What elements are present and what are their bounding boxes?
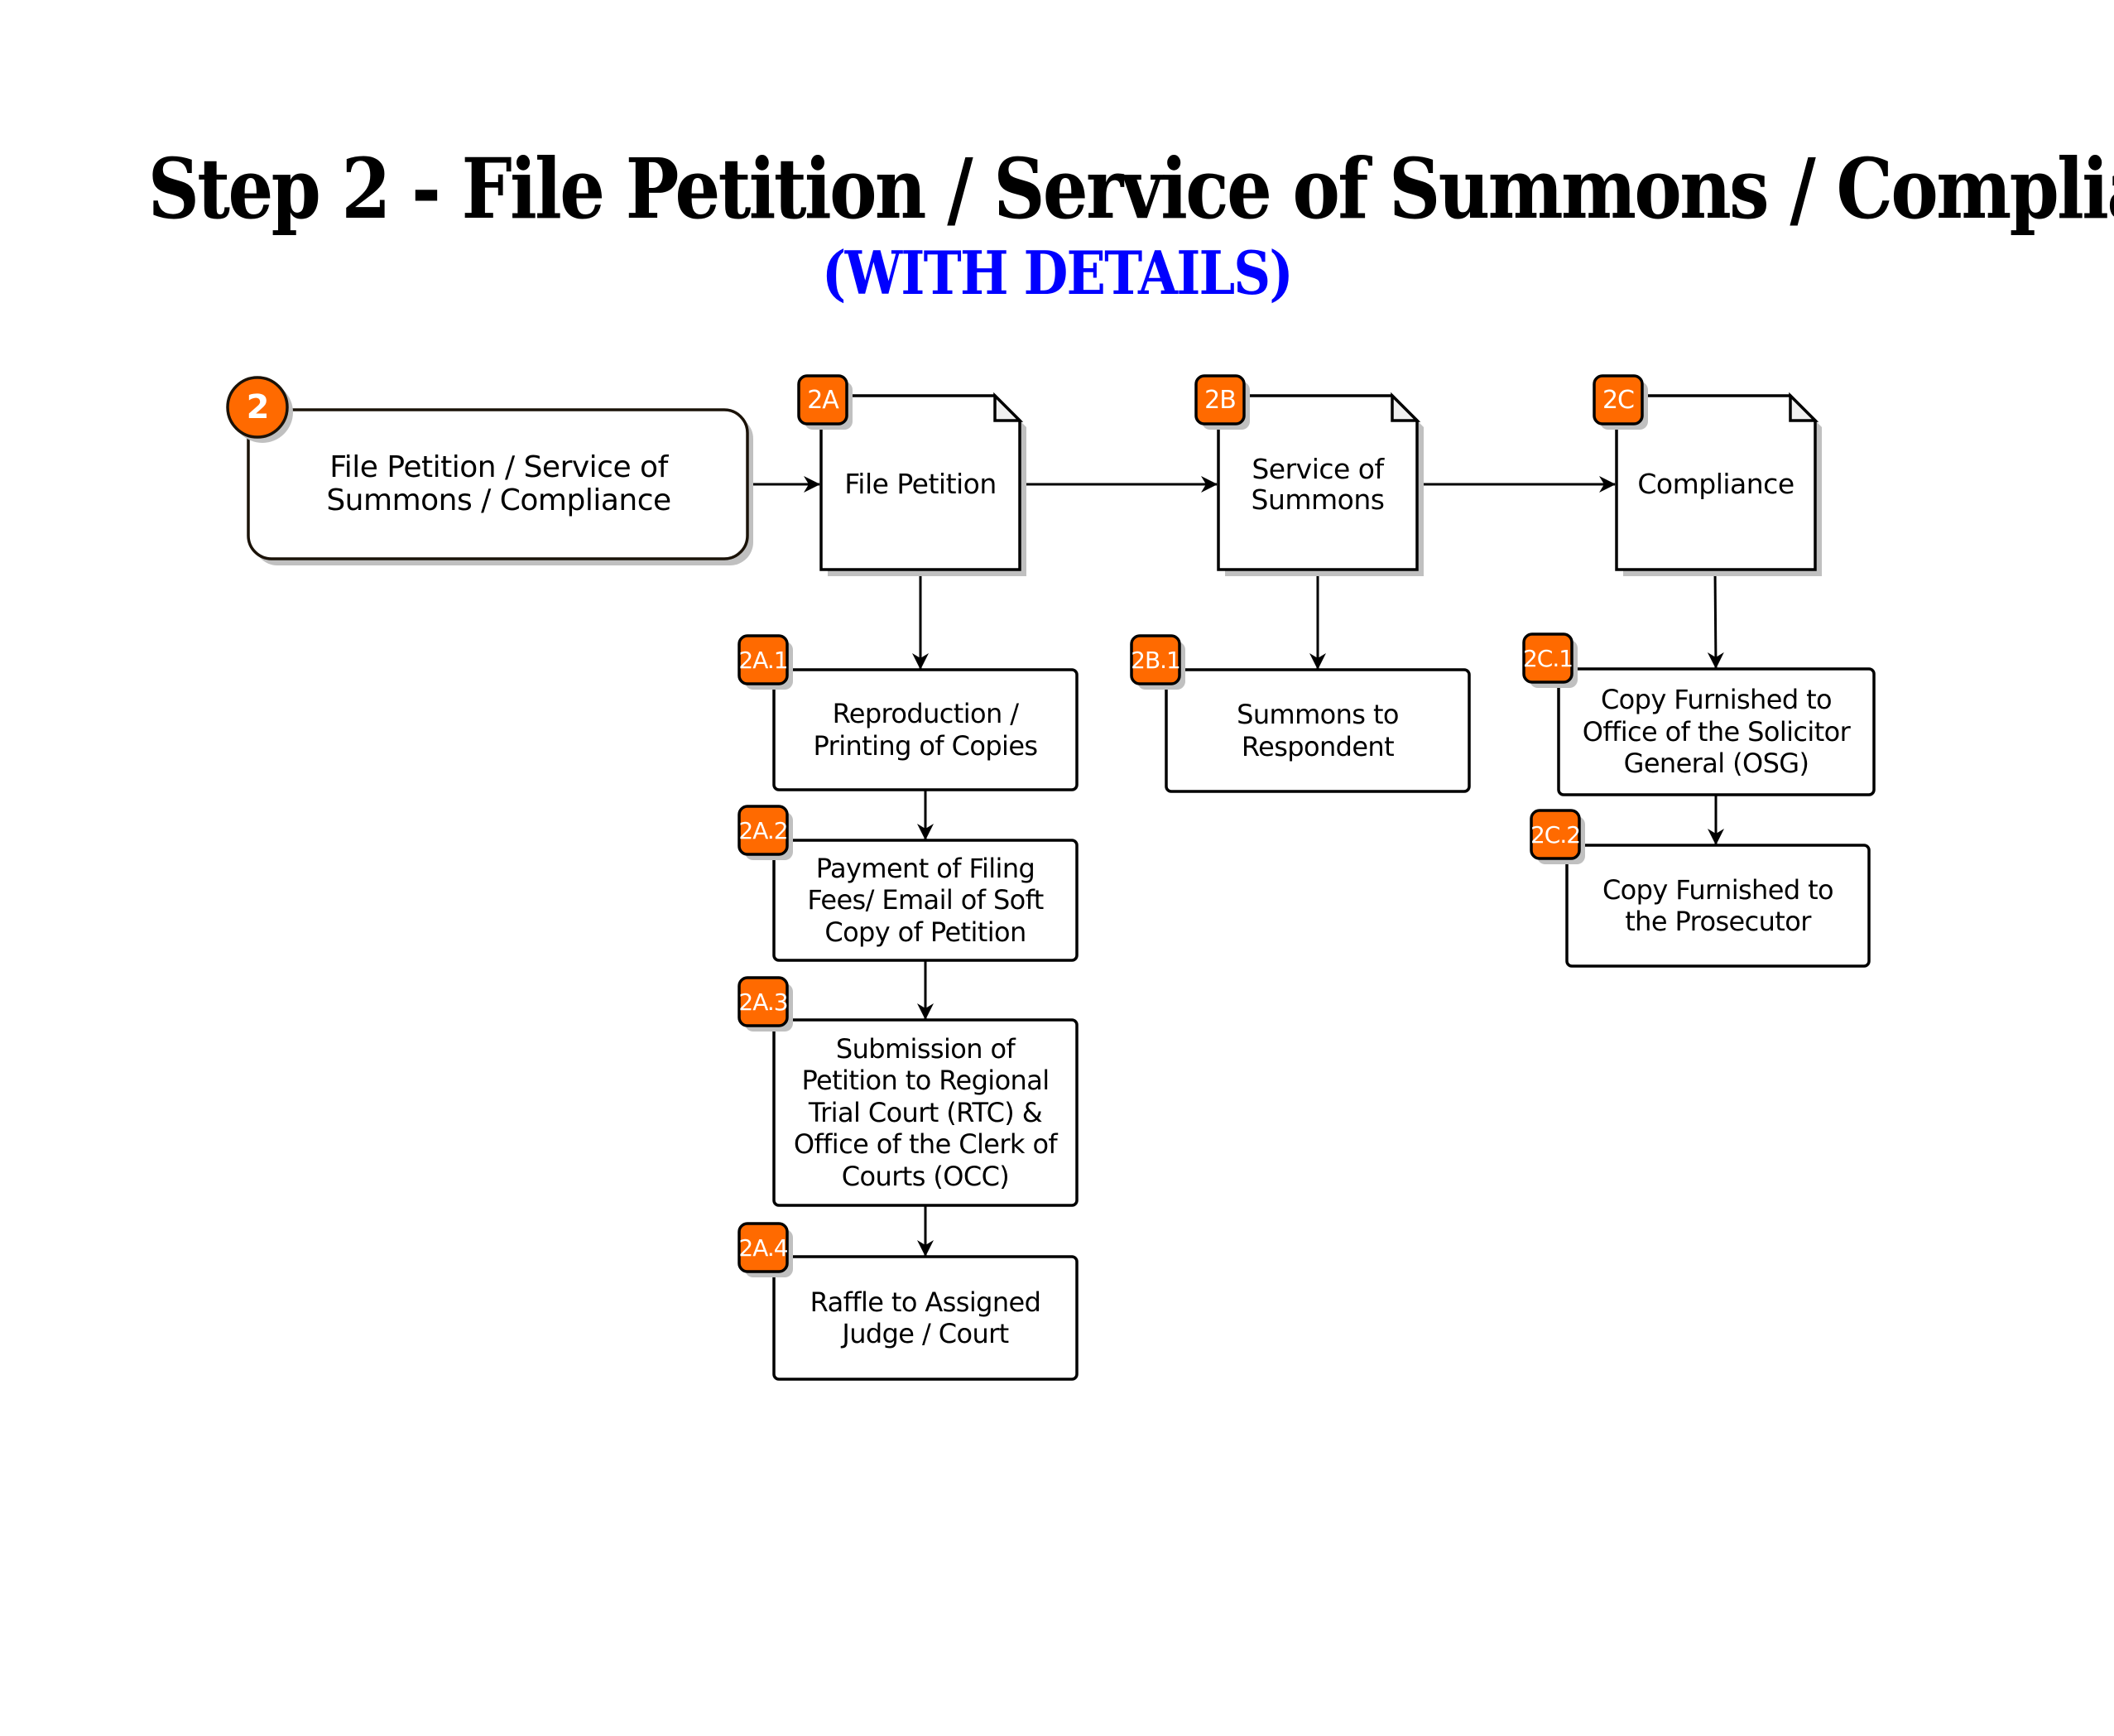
phase-label-2a: File Petition xyxy=(844,468,997,501)
step-label-2a-2: Payment of Filing Fees/ Email of Soft Co… xyxy=(807,852,1044,948)
phase-label-2c: Compliance xyxy=(1637,468,1794,501)
phase-badge-2c-label: 2C xyxy=(1602,385,1635,415)
phase-label-2b: Service of Summons xyxy=(1251,452,1385,516)
main-step-label: File Petition / Service of Summons / Com… xyxy=(326,450,671,517)
step-badge-2b-1-label: 2B.1 xyxy=(1131,646,1181,674)
step-label-2c-1: Copy Furnished to Office of the Solicito… xyxy=(1582,684,1851,780)
phase-badge-2b-label: 2B xyxy=(1204,385,1237,415)
step-label-2b-1: Summons to Respondent xyxy=(1237,699,1399,762)
step-badge-2a-4-label: 2A.4 xyxy=(738,1233,788,1262)
step-label-2a-3: Submission of Petition to Regional Trial… xyxy=(793,1033,1058,1192)
step-badge-2a-1-label: 2A.1 xyxy=(738,646,788,674)
step-label-2a-1: Reproduction / Printing of Copies xyxy=(813,698,1039,762)
step-label-2a-4: Raffle to Assigned Judge / Court xyxy=(810,1286,1041,1349)
phase-badge-2a-label: 2A xyxy=(807,385,839,415)
step-badge-2a-3-label: 2A.3 xyxy=(738,988,788,1016)
step-label-2c-2: Copy Furnished to the Prosecutor xyxy=(1602,873,1834,937)
step-badge-2a-2-label: 2A.2 xyxy=(738,816,788,844)
main-step-badge-label: 2 xyxy=(246,388,270,426)
step-badge-2c-1-label: 2C.1 xyxy=(1522,644,1573,672)
step-badge-2c-2-label: 2C.2 xyxy=(1530,820,1581,849)
connector-2c-to-2c1 xyxy=(1707,569,1724,669)
